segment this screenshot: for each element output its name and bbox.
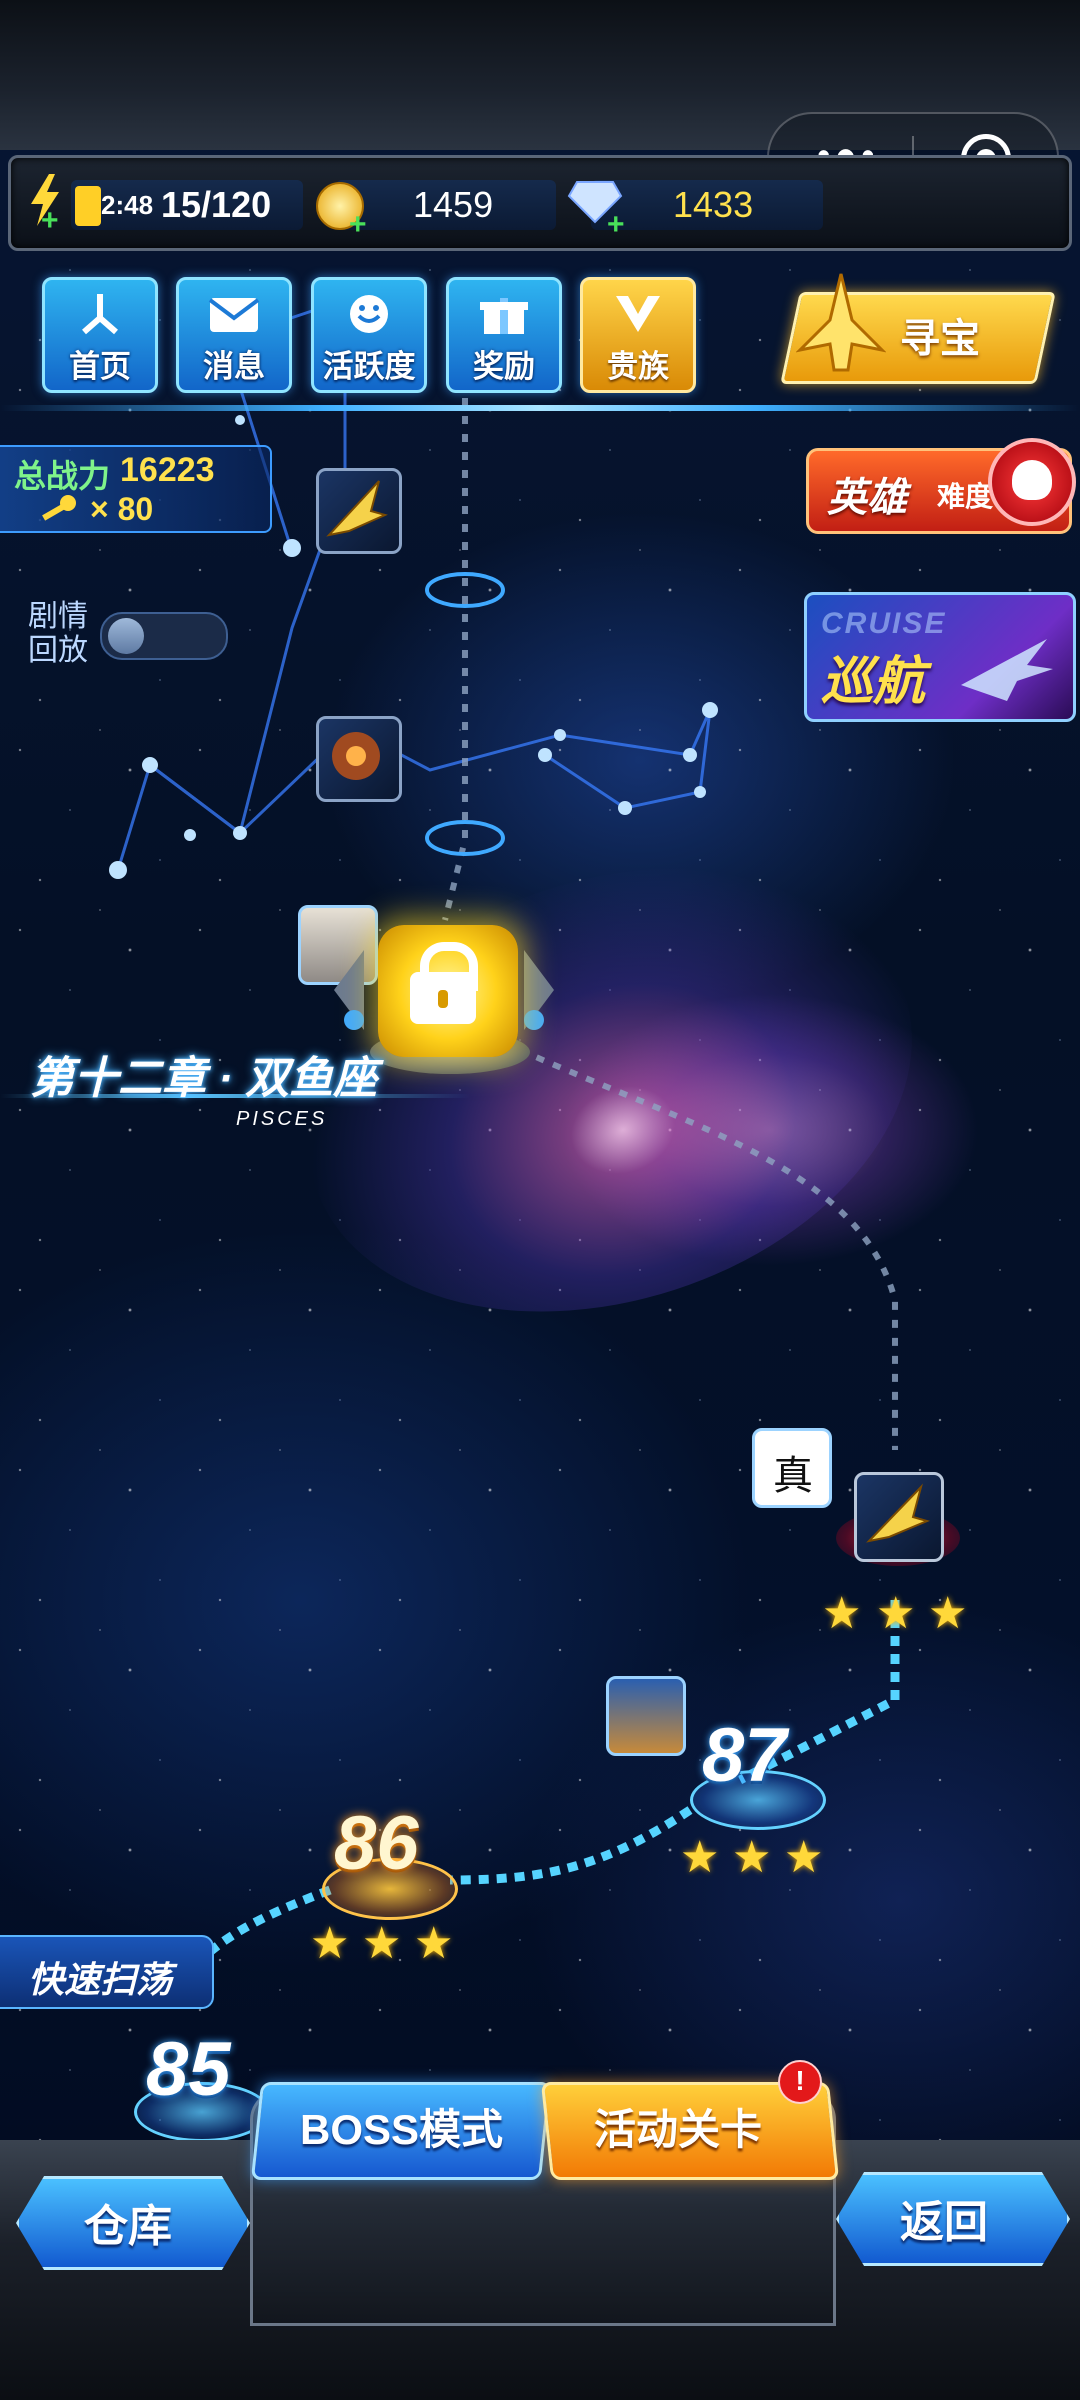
- stage-85-number[interactable]: 85: [146, 2026, 231, 2113]
- mail-icon: [208, 298, 260, 332]
- key-icon: [42, 495, 76, 521]
- header-divider-glow: [0, 405, 1080, 411]
- calligraphy-avatar[interactable]: 真: [752, 1428, 832, 1508]
- diamond-count: 1433: [673, 184, 754, 225]
- nav-noble-button[interactable]: 贵族: [580, 277, 696, 393]
- cruise-label: 巡航: [821, 653, 926, 711]
- cruise-button[interactable]: CRUISE 巡航: [804, 592, 1076, 722]
- home-icon: [82, 294, 118, 335]
- smile-icon: [350, 295, 388, 333]
- difficulty-label: 难度: [937, 481, 994, 512]
- event-stage-label: 活动关卡: [594, 2106, 763, 2153]
- stage-87-star-2: ★: [732, 1833, 772, 1882]
- energy-count: 15/120: [161, 184, 272, 225]
- gold-plus-icon[interactable]: +: [349, 210, 367, 240]
- current-stage-node[interactable]: [854, 1472, 944, 1562]
- stage-87-star-1: ★: [680, 1833, 720, 1882]
- hero-difficulty-label: 英雄: [827, 476, 907, 520]
- nav-home-button[interactable]: 首页: [42, 277, 158, 393]
- treasure-label: 寻宝: [900, 317, 980, 361]
- gift-icon: [480, 298, 528, 334]
- nav-reward-button[interactable]: 奖励: [446, 277, 562, 393]
- spaceship-icon: [961, 639, 1053, 701]
- quick-sweep-label: 快速扫荡: [28, 1959, 173, 2000]
- stage-reward-ship-icon[interactable]: [316, 468, 402, 554]
- stage-current-star-1: ★: [822, 1589, 862, 1638]
- quick-sweep-button[interactable]: 快速扫荡: [0, 1935, 214, 2009]
- resource-bar: + 2:48 15/120 + 1459 + 1433: [8, 155, 1072, 251]
- story-replay-label: 剧情 回放: [28, 600, 88, 667]
- boss-mode-label: BOSS模式: [300, 2106, 504, 2153]
- nav-message-label: 消息: [203, 349, 265, 384]
- stage-87-star-3: ★: [784, 1833, 824, 1882]
- stage-86-star-3: ★: [414, 1919, 454, 1968]
- key-count: × 80: [90, 491, 154, 527]
- stage-87-number[interactable]: 87: [702, 1712, 787, 1799]
- diamond-plus-icon[interactable]: +: [607, 210, 625, 240]
- nav-activity-label: 活跃度: [322, 349, 416, 384]
- battery-icon: [75, 186, 101, 226]
- stage-86-number[interactable]: 86: [334, 1800, 419, 1887]
- stage-current-star-3: ★: [928, 1589, 968, 1638]
- stage-86-star-1: ★: [310, 1919, 350, 1968]
- noble-crest-icon: [616, 296, 660, 332]
- fighter-jet-icon: [796, 273, 886, 372]
- gold-count: 1459: [413, 184, 494, 225]
- stage-86-star-2: ★: [362, 1919, 402, 1968]
- player-power-panel: 总战力 16223 × 80: [0, 445, 272, 533]
- story-replay-toggle[interactable]: [100, 612, 228, 660]
- warehouse-label: 仓库: [84, 2202, 172, 2251]
- event-alert-badge: !: [778, 2060, 822, 2104]
- skull-icon[interactable]: [988, 438, 1076, 526]
- nav-noble-label: 贵族: [607, 349, 669, 384]
- stage-reward-fan-icon[interactable]: [316, 716, 402, 802]
- energy-plus-icon[interactable]: +: [41, 206, 59, 236]
- power-value: 16223: [120, 451, 215, 489]
- nav-reward-label: 奖励: [473, 349, 535, 384]
- hero-avatar[interactable]: [606, 1676, 686, 1756]
- nav-message-button[interactable]: 消息: [176, 277, 292, 393]
- lock-keyhole: [438, 990, 448, 1008]
- back-label: 返回: [900, 2198, 988, 2247]
- toggle-knob: [108, 618, 144, 654]
- cruise-en-label: CRUISE: [821, 607, 947, 640]
- chapter-subtitle: PISCES: [236, 1108, 328, 1130]
- game-screen: •●• + 2:48 15/120 + 1459 + 1433 首页 消息 活跃…: [0, 0, 1080, 2400]
- stage-current-star-2: ★: [876, 1589, 916, 1638]
- nav-home-label: 首页: [69, 349, 131, 384]
- nav-activity-button[interactable]: 活跃度: [311, 277, 427, 393]
- chapter-title: 第十二章 · 双鱼座: [30, 1054, 378, 1103]
- energy-timer: 2:48: [101, 190, 154, 220]
